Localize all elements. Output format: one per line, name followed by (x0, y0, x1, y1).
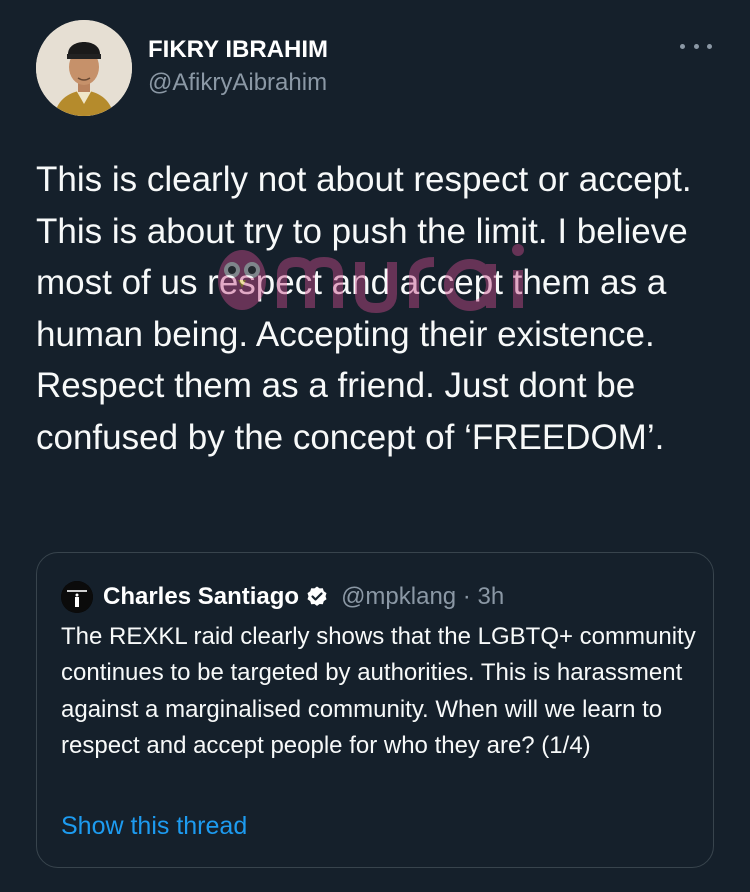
tweet-text: This is clearly not about respect or acc… (36, 160, 692, 457)
quoted-author-name[interactable]: Charles Santiago (103, 583, 299, 611)
ellipsis-dot (680, 43, 685, 49)
author-handle[interactable]: @AfikryAibrahim (148, 68, 328, 98)
ellipsis-dot (693, 43, 699, 49)
author-names: FIKRY IBRAHIM @AfikryAibrahim (148, 36, 328, 98)
profile-photo-icon (61, 581, 93, 613)
quoted-author-handle-time[interactable]: @mpklang · 3h (341, 583, 504, 611)
profile-photo-icon (36, 20, 132, 116)
quoted-tweet-text: The REXKL raid clearly shows that the LG… (61, 623, 696, 760)
quoted-author-avatar[interactable] (61, 581, 93, 613)
show-thread-link[interactable]: Show this thread (61, 809, 247, 843)
author-display-name[interactable]: FIKRY IBRAHIM (148, 36, 328, 64)
quoted-tweet-header: Charles Santiago @mpklang · 3h (61, 577, 504, 617)
tweet-header: FIKRY IBRAHIM @AfikryAibrahim (36, 20, 716, 116)
verified-badge-icon (305, 585, 329, 609)
quoted-tweet-card[interactable]: Charles Santiago @mpklang · 3h The REXKL… (36, 552, 714, 868)
ellipsis-dot (707, 43, 712, 49)
ellipsis-icon[interactable] (680, 38, 712, 54)
author-avatar[interactable] (36, 20, 132, 116)
